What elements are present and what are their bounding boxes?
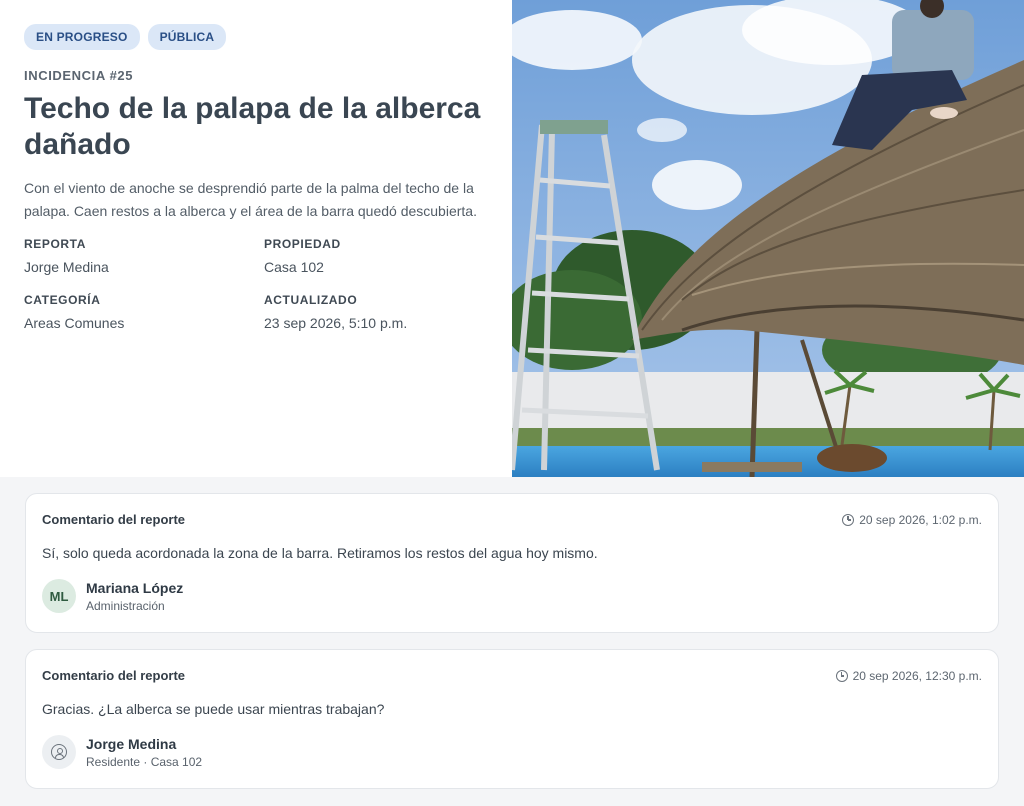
comment-author: ML Mariana López Administración (42, 579, 982, 613)
comment-date: 20 sep 2026, 12:30 p.m. (852, 668, 982, 683)
badge-group: EN PROGRESO PÚBLICA (24, 24, 488, 50)
meta-updated: ACTUALIZADO 23 sep 2026, 5:10 p.m. (264, 293, 504, 331)
meta-property: PROPIEDAD Casa 102 (264, 237, 504, 275)
user-icon (51, 744, 67, 760)
avatar: ML (42, 579, 76, 613)
comment-header: Comentario del reporte 20 sep 2026, 12:3… (42, 668, 982, 683)
meta-reporter: REPORTA Jorge Medina (24, 237, 264, 275)
comment-card: Comentario del reporte 20 sep 2026, 1:02… (25, 493, 999, 633)
meta-value: Jorge Medina (24, 259, 109, 275)
meta-value: Casa 102 (264, 259, 324, 275)
meta-category: CATEGORÍA Areas Comunes (24, 293, 264, 331)
incident-description: Con el viento de anoche se desprendió pa… (24, 180, 477, 219)
meta-label: PROPIEDAD (264, 237, 341, 251)
author-role: Administración (86, 598, 165, 613)
author-name: Jorge Medina (86, 735, 177, 752)
page-title: Techo de la palapa de la alberca dañado (24, 92, 481, 161)
author-role: Residente · Casa 102 (86, 754, 203, 769)
incident-meta: REPORTA Jorge Medina PROPIEDAD Casa 102 … (24, 237, 488, 331)
visibility-badge: PÚBLICA (147, 24, 227, 50)
incident-photo[interactable] (512, 0, 1024, 477)
status-badge: EN PROGRESO (24, 24, 140, 50)
comment-text: Sí, solo queda acordonada la zona de la … (42, 545, 598, 561)
meta-value: 23 sep 2026, 5:10 p.m. (264, 315, 408, 331)
comment-title: Comentario del reporte (42, 668, 186, 683)
comment-card: Comentario del reporte 20 sep 2026, 12:3… (25, 649, 999, 789)
clock-icon (842, 513, 855, 526)
meta-value: Areas Comunes (24, 315, 125, 331)
incident-number: INCIDENCIA #25 (24, 68, 134, 83)
comment-text: Gracias. ¿La alberca se puede usar mient… (42, 701, 385, 717)
comment-timestamp: 20 sep 2026, 12:30 p.m. (835, 668, 982, 683)
meta-label: ACTUALIZADO (264, 293, 358, 307)
meta-label: REPORTA (24, 237, 86, 251)
meta-label: CATEGORÍA (24, 293, 101, 307)
incident-info-panel: EN PROGRESO PÚBLICA INCIDENCIA #25 Techo… (0, 0, 512, 477)
incident-header: EN PROGRESO PÚBLICA INCIDENCIA #25 Techo… (0, 0, 1024, 477)
comment-date: 20 sep 2026, 1:02 p.m. (859, 512, 982, 527)
palapa-photo-illustration (512, 0, 1024, 477)
comment-title: Comentario del reporte (42, 512, 186, 527)
comment-timestamp: 20 sep 2026, 1:02 p.m. (842, 513, 982, 527)
author-name: Mariana López (86, 579, 184, 596)
avatar (42, 735, 76, 769)
comment-header: Comentario del reporte 20 sep 2026, 1:02… (42, 512, 982, 527)
comment-author: Jorge Medina Residente · Casa 102 (42, 735, 982, 769)
clock-icon (835, 669, 848, 682)
